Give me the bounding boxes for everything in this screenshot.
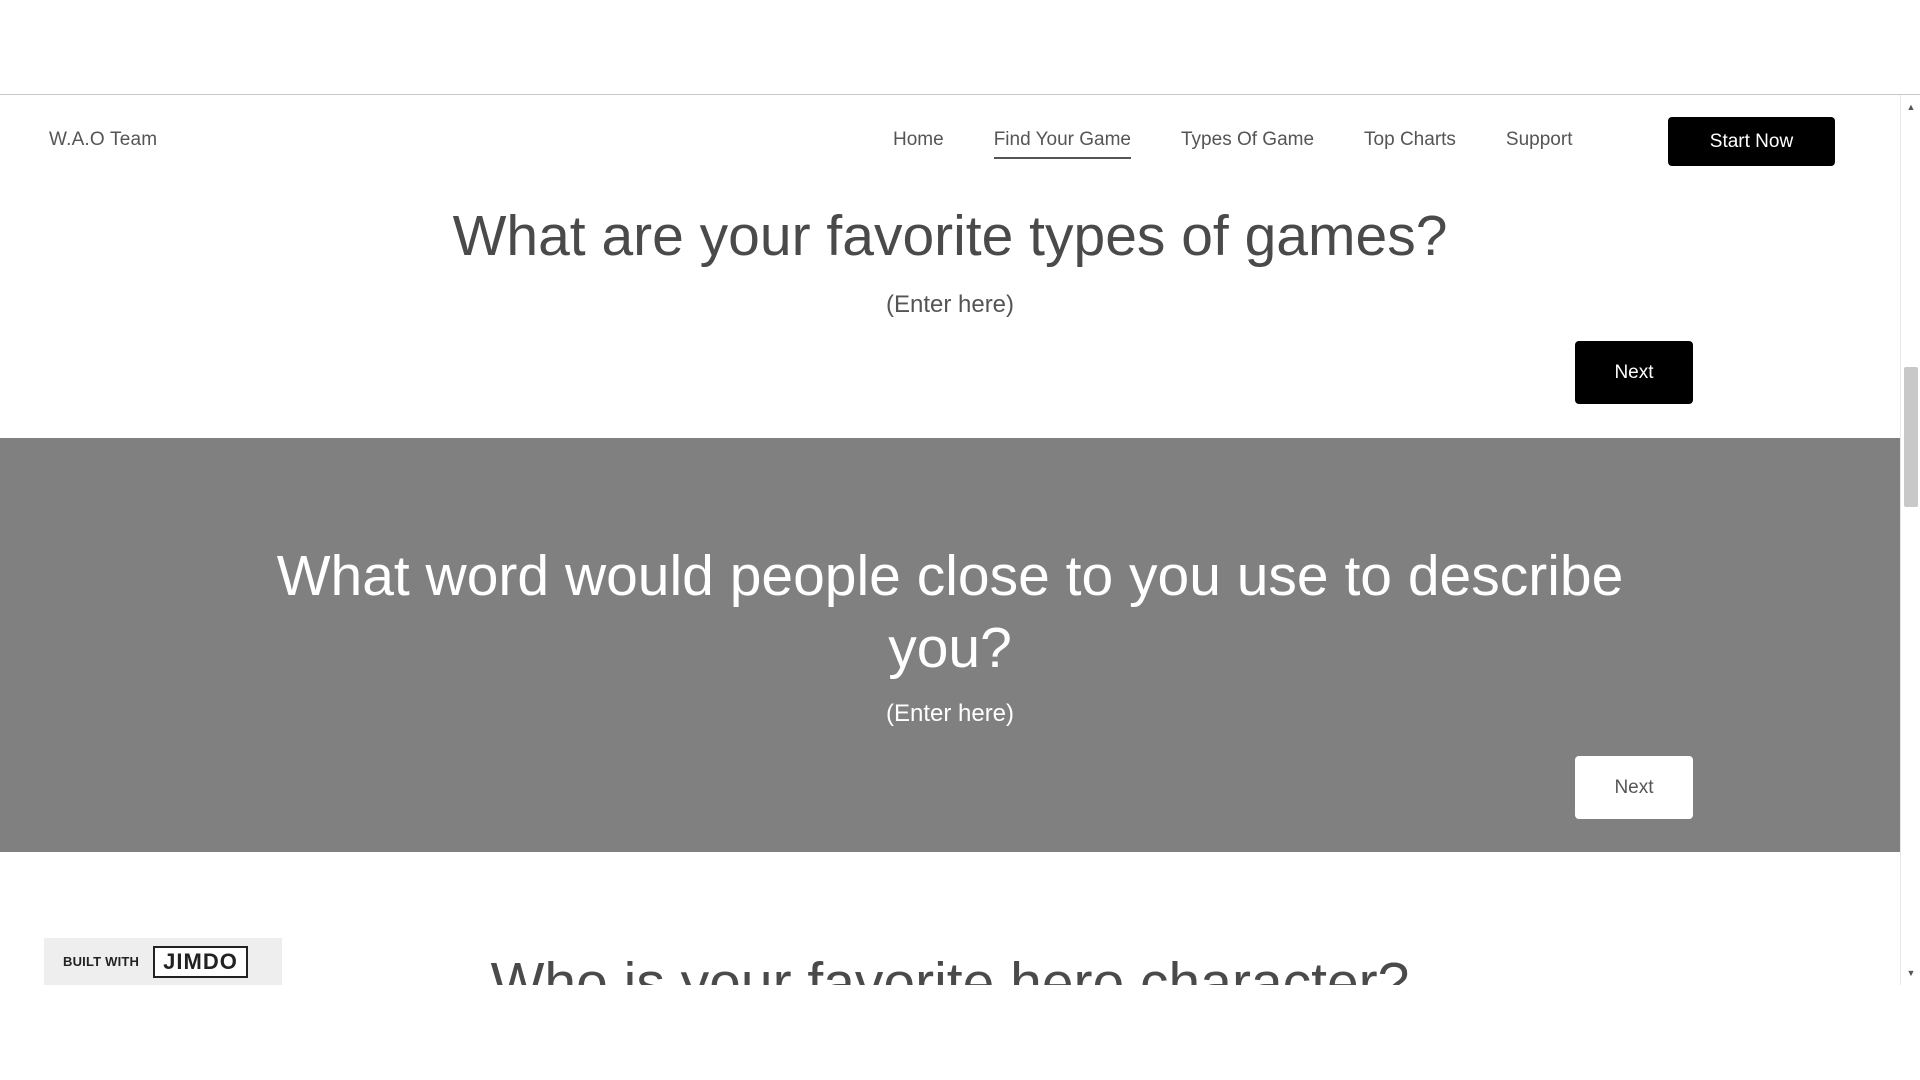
jimdo-logo: JIMDO [153, 945, 248, 978]
built-with-label: BUILT WITH [63, 954, 140, 969]
scrollbar-thumb[interactable] [1904, 367, 1918, 507]
site-logo[interactable]: W.A.O Team [49, 129, 157, 151]
vertical-scrollbar[interactable]: ▲ ▼ [1900, 95, 1920, 985]
question-section-1: What are your favorite types of games? (… [0, 185, 1900, 438]
browser-top-area [0, 0, 1920, 95]
nav-home[interactable]: Home [893, 129, 944, 159]
question-heading-2: What word would people close to you use … [276, 544, 1624, 680]
nav-find-your-game[interactable]: Find Your Game [993, 129, 1131, 159]
question-heading-1: What are your favorite types of games? [452, 204, 1448, 268]
start-now-button[interactable]: Start Now [1668, 117, 1835, 166]
question-heading-3: Who is your favorite hero character? [490, 951, 1410, 985]
page-viewport: W.A.O Team Home Find Your Game Types Of … [0, 95, 1920, 985]
browser-bottom-area [0, 985, 1920, 1080]
nav-types-of-game[interactable]: Types Of Game [1181, 129, 1314, 159]
main-nav: Home Find Your Game Types Of Game Top Ch… [893, 129, 1622, 159]
scroll-down-arrow-icon[interactable]: ▼ [1901, 965, 1920, 981]
next-button-2[interactable]: Next [1575, 756, 1693, 819]
nav-top-charts[interactable]: Top Charts [1364, 129, 1456, 159]
answer-input-2[interactable]: (Enter here) [0, 700, 1900, 728]
nav-support[interactable]: Support [1506, 129, 1573, 159]
question-section-2: What word would people close to you use … [0, 438, 1900, 852]
next-button-1[interactable]: Next [1575, 341, 1693, 404]
scroll-up-arrow-icon[interactable]: ▲ [1901, 99, 1920, 115]
site-header: W.A.O Team Home Find Your Game Types Of … [0, 95, 1900, 185]
built-with-jimdo-badge[interactable]: BUILT WITH JIMDO [44, 938, 282, 985]
answer-input-1[interactable]: (Enter here) [0, 291, 1900, 319]
